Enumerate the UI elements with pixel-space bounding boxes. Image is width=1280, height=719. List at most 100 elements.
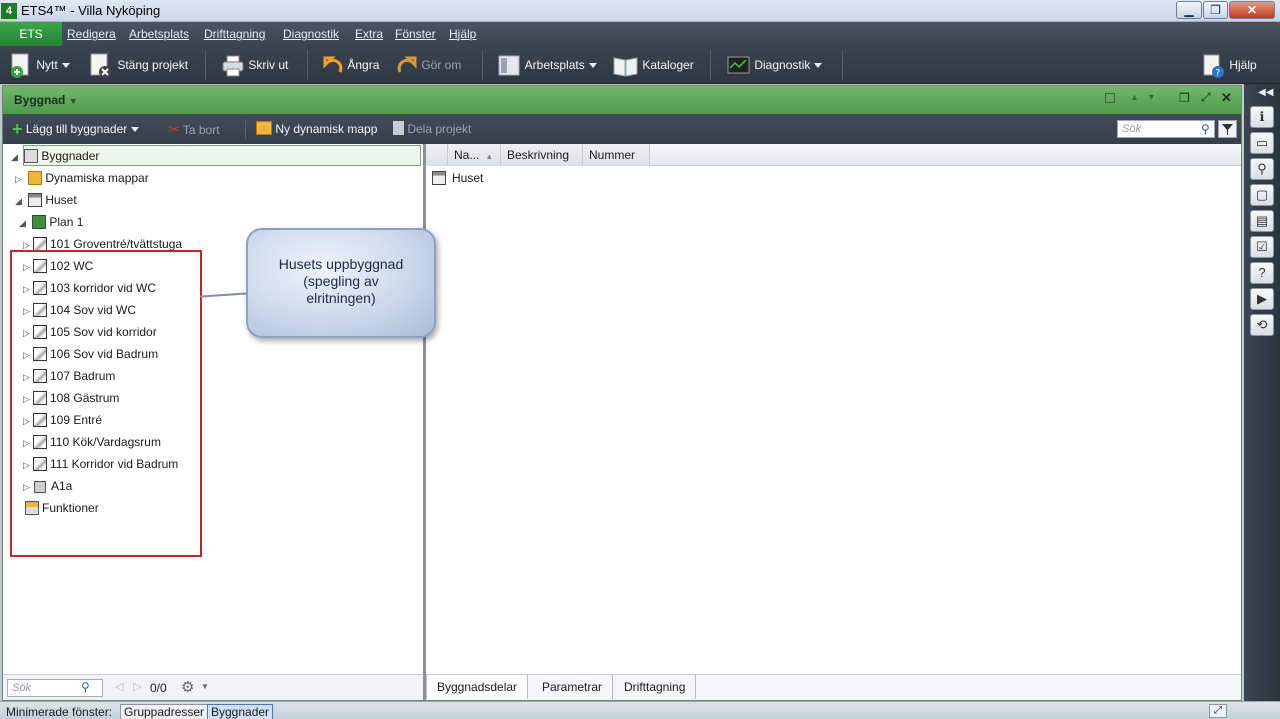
new-button[interactable]: Nytt [9, 46, 70, 84]
toolbar-divider [245, 119, 246, 139]
menu-bar: ETS Redigera Arbetsplats Drifttagning Di… [0, 22, 1280, 46]
column-header-description[interactable]: Beskrivning [501, 144, 583, 166]
floor-icon [32, 215, 47, 229]
add-buildings-button[interactable]: + Lägg till byggnader [12, 114, 140, 144]
redo-button[interactable]: Gör om [396, 46, 461, 84]
panel-close-icon[interactable]: ✕ [1221, 90, 1232, 106]
tree-node-label: Plan 1 [49, 215, 84, 229]
expanded-arrow-icon[interactable]: ◢ [15, 191, 25, 211]
window-icon[interactable]: ▢ [1250, 184, 1274, 206]
ets-menu-tab[interactable]: ETS [0, 22, 62, 46]
window-title: ETS4™ - Villa Nyköping [21, 3, 161, 18]
menu-fonster[interactable]: Fönster [395, 27, 436, 41]
expanded-arrow-icon[interactable]: ◢ [11, 147, 21, 167]
history-icon[interactable]: ⟲ [1250, 314, 1274, 336]
tab-byggnadsdelar[interactable]: Byggnadsdelar [426, 675, 529, 699]
catalogs-button[interactable]: Kataloger [613, 46, 694, 84]
toolbar-divider [710, 50, 711, 80]
toolbar-divider [307, 50, 308, 80]
info-icon[interactable]: ℹ [1250, 106, 1274, 128]
delete-label: Ta bort [182, 123, 220, 137]
close-icon[interactable]: ✕ [1229, 1, 1275, 19]
chevron-down-icon [131, 127, 140, 133]
menu-extra[interactable]: Extra [355, 27, 383, 41]
chevron-down-icon: ▼ [68, 96, 78, 106]
new-dynamic-folder-button[interactable]: Ny dynamisk mapp [256, 114, 377, 144]
menu-redigera[interactable]: Redigera [67, 27, 116, 41]
close-project-icon [90, 53, 111, 78]
chevron-down-icon[interactable]: ▼ [201, 682, 209, 691]
tree-node-dynamic-folders[interactable]: ▷ Dynamiska mappar [15, 168, 149, 188]
close-project-button[interactable]: Stäng projekt [88, 46, 188, 84]
checklist-icon[interactable]: ☑ [1250, 236, 1274, 258]
close-project-label: Stäng projekt [117, 58, 189, 72]
up-arrow-icon[interactable]: ▲ [1130, 92, 1139, 102]
filter-icon [1222, 124, 1233, 135]
menu-hjalp[interactable]: Hjälp [449, 27, 476, 41]
building-icon [28, 193, 43, 207]
status-bar: Minimerade fönster: Gruppadresser Byggna… [0, 701, 1280, 719]
grid-header-icon-col [426, 144, 448, 166]
search-icon[interactable]: ⚲ [1201, 122, 1210, 136]
magnifier-icon[interactable]: ⚲ [1250, 158, 1274, 180]
next-arrow-icon[interactable]: ▷ [133, 680, 141, 693]
minimized-tab-group-addresses[interactable]: Gruppadresser [120, 704, 209, 719]
chevron-down-icon [814, 63, 823, 69]
tree-node-plan-1[interactable]: ◢ Plan 1 [19, 212, 83, 232]
workspace-icon [498, 55, 520, 76]
menu-arbetsplats[interactable]: Arbetsplats [129, 27, 189, 41]
tree-node-byggnader[interactable]: ◢ Byggnader [11, 146, 99, 166]
minimized-tab-buildings[interactable]: Byggnader [207, 704, 274, 719]
table-row[interactable]: Huset [426, 168, 1241, 188]
grid-tab-strip: Byggnadsdelar Parametrar Drifttagning [426, 674, 1241, 700]
buildings-icon [24, 149, 39, 163]
building-panel: Byggnad ▼ ▲ ▼ ❐ ⤢ ✕ + Lägg till byggnade… [2, 85, 1242, 701]
tree-node-label: 101 Groventré/tvättstuga [50, 237, 183, 251]
restore-icon[interactable]: ❐ [1203, 1, 1228, 19]
dynamic-folder-icon [28, 171, 43, 185]
print-label: Skriv ut [248, 58, 289, 72]
book-icon[interactable]: ▤ [1250, 210, 1274, 232]
down-arrow-icon[interactable]: ▼ [1147, 92, 1156, 102]
restore-window-icon[interactable]: ⤢ [1209, 704, 1227, 718]
collapse-dock-icon[interactable]: ◀◀ [1258, 87, 1273, 98]
folder-icon[interactable]: ▭ [1250, 132, 1274, 154]
collapsed-arrow-icon[interactable]: ▷ [15, 169, 25, 189]
share-project-button[interactable]: Dela projekt [393, 114, 471, 144]
delete-button[interactable]: ✂ Ta bort [168, 114, 220, 144]
panel-title[interactable]: Byggnad ▼ [14, 93, 78, 107]
expanded-arrow-icon[interactable]: ◢ [19, 213, 29, 233]
help-button[interactable]: ? Hjälp [1202, 46, 1257, 84]
search-icon[interactable]: ⚲ [81, 680, 90, 694]
workspace-button[interactable]: Arbetsplats [498, 46, 597, 84]
tree-node-label: Huset [45, 193, 77, 207]
sort-arrow-icon: ▲ [485, 152, 494, 161]
minimize-icon[interactable]: ▁ [1176, 1, 1202, 19]
menu-diagnostik[interactable]: Diagnostik [283, 27, 339, 41]
pin-icon[interactable] [1105, 93, 1115, 103]
column-header-number[interactable]: Nummer [583, 144, 650, 166]
undo-button[interactable]: Ångra [322, 46, 379, 84]
main-toolbar: Nytt Stäng projekt Skriv ut Ångra Gör om… [0, 46, 1280, 84]
maximize-icon[interactable]: ⤢ [1201, 90, 1211, 105]
media-icon[interactable]: ▶ [1250, 288, 1274, 310]
folder-icon [256, 121, 272, 135]
help-icon[interactable]: ? [1250, 262, 1274, 284]
print-button[interactable]: Skriv ut [221, 46, 288, 84]
tab-parametrar[interactable]: Parametrar [532, 675, 614, 699]
panel-toolbar: + Lägg till byggnader ✂ Ta bort Ny dynam… [3, 114, 1241, 144]
monitor-icon [727, 56, 750, 74]
grid-header: Na... ▲ Beskrivning Nummer [426, 144, 1241, 166]
gear-icon[interactable]: ⚙ [181, 678, 194, 696]
float-icon[interactable]: ❐ [1179, 91, 1190, 105]
prev-arrow-icon[interactable]: ◁ [115, 680, 123, 693]
pager-count: 0/0 [150, 681, 167, 695]
menu-drifttagning[interactable]: Drifttagning [204, 27, 265, 41]
tab-drifttagning[interactable]: Drifttagning [614, 675, 697, 699]
tree-node-huset[interactable]: ◢ Huset [15, 190, 77, 210]
minimized-windows-label: Minimerade fönster: [6, 705, 113, 719]
filter-button[interactable] [1218, 120, 1237, 138]
diagnostics-button[interactable]: Diagnostik [727, 46, 823, 84]
delete-icon: ✂ [168, 121, 180, 137]
column-header-name[interactable]: Na... ▲ [448, 144, 501, 166]
